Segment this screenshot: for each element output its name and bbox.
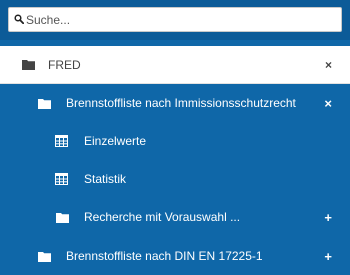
table-icon <box>55 173 68 185</box>
tree-item-label: Brennstoffliste nach Immissionsschutzrec… <box>66 96 296 110</box>
tree-item-label: Brennstoffliste nach DIN EN 17225-1 <box>66 249 263 263</box>
search-icon <box>14 14 24 24</box>
folder-icon <box>38 251 51 262</box>
expand-button[interactable]: + <box>324 211 332 224</box>
tree-item-label: FRED <box>48 57 81 72</box>
tree-item-label: Einzelwerte <box>84 134 147 148</box>
tree-item-label: Recherche mit Vorauswahl ... <box>84 210 241 224</box>
expand-button[interactable]: + <box>324 250 332 263</box>
tree-item-immissionsschutzrecht[interactable]: Brennstoffliste nach Immissionsschutzrec… <box>0 84 350 122</box>
collapse-button[interactable]: × <box>325 59 332 71</box>
search-bar <box>0 0 350 40</box>
tree-item-einzelwerte[interactable]: Einzelwerte <box>0 122 350 160</box>
folder-icon <box>22 59 35 70</box>
folder-icon <box>56 212 69 223</box>
tree-item-statistik[interactable]: Statistik <box>0 160 350 198</box>
search-box[interactable] <box>8 7 342 32</box>
tree-item-label: Statistik <box>84 172 127 186</box>
tree-item-recherche[interactable]: Recherche mit Vorauswahl ... + <box>0 198 350 236</box>
table-icon <box>55 135 68 147</box>
tree-item-fred[interactable]: FRED × <box>0 46 350 84</box>
collapse-button[interactable]: × <box>324 97 332 110</box>
folder-icon <box>38 98 51 109</box>
search-input[interactable] <box>26 10 336 29</box>
tree-item-din-en-17225[interactable]: Brennstoffliste nach DIN EN 17225-1 + <box>0 237 350 275</box>
